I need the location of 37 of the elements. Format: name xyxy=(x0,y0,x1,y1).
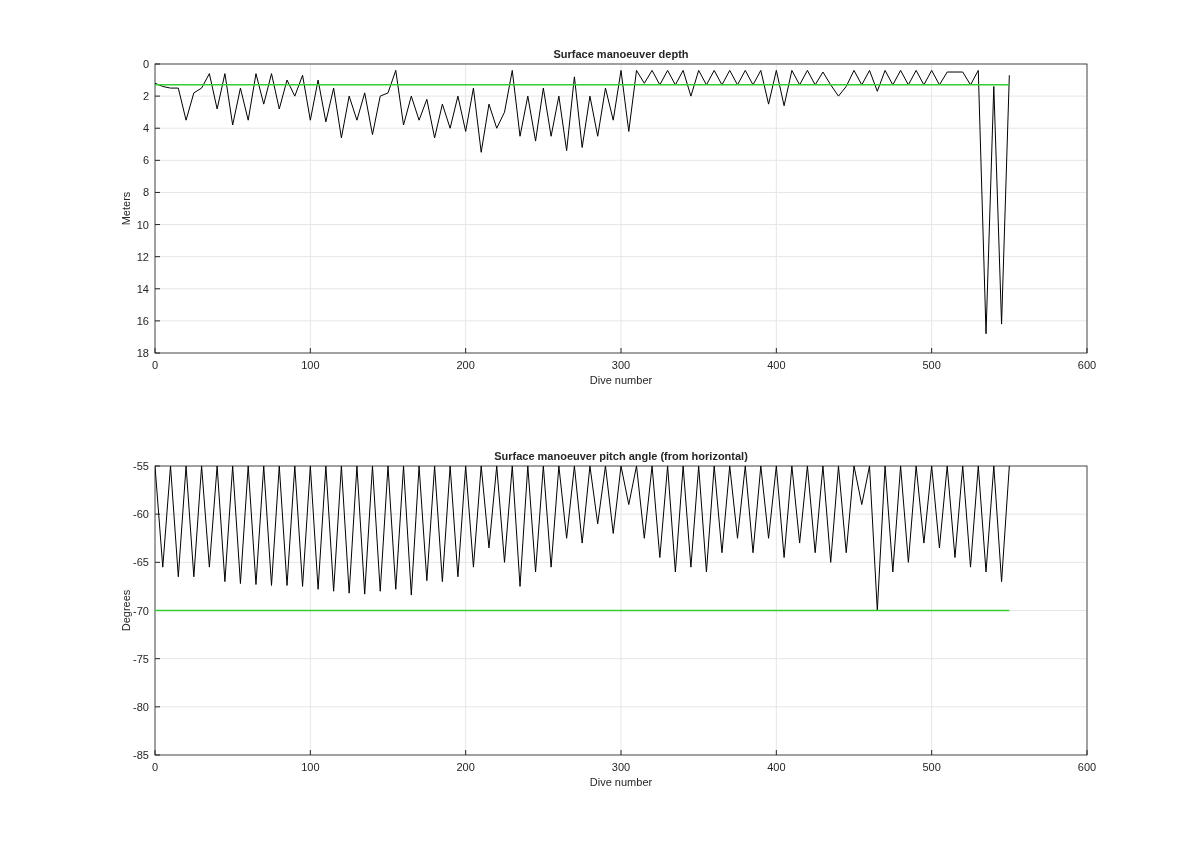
axis-tick-label: 300 xyxy=(611,359,631,371)
axis-tick-label: 0 xyxy=(151,359,159,371)
axis-tick-label: -65 xyxy=(133,556,149,569)
axis-tick-label: 200 xyxy=(456,359,475,371)
axis-tick-label: -85 xyxy=(133,749,149,761)
chart-title: Surface manoeuver pitch angle (from horizontal) xyxy=(494,450,748,462)
axis-tick-label: 200 xyxy=(456,761,475,773)
axis-tick-label: -70 xyxy=(133,604,149,617)
axis-tick-label: 2 xyxy=(142,90,149,103)
axis-tick-label: 8 xyxy=(142,186,149,199)
axis-label: Degrees xyxy=(120,589,132,632)
axis-tick-label: 16 xyxy=(136,314,149,327)
axis-tick-label: 18 xyxy=(136,347,149,359)
axis-tick-label: 12 xyxy=(136,250,149,263)
axis-tick-label: 400 xyxy=(767,761,786,773)
axis-tick-label: 100 xyxy=(301,761,320,773)
axis-tick-label: 400 xyxy=(767,359,786,371)
axis-tick-label: -60 xyxy=(133,508,149,521)
axis-tick-label: -75 xyxy=(133,652,149,665)
axis-tick-label: 10 xyxy=(136,218,149,231)
chart-title: Surface manoeuver depth xyxy=(553,48,689,60)
axis-label: Dive number xyxy=(589,776,653,788)
axis-tick-label: 600 xyxy=(1077,761,1097,773)
axis-tick-label: -80 xyxy=(133,700,149,713)
axis-tick-label: 600 xyxy=(1077,359,1097,371)
axis-tick-label: 6 xyxy=(142,154,149,167)
axis-label: Dive number xyxy=(589,374,653,386)
axis-label: Meters xyxy=(120,191,132,226)
axis-tick-label: 500 xyxy=(922,359,941,371)
axis-tick-label: 100 xyxy=(301,359,320,371)
axis-tick-label: 14 xyxy=(136,282,149,295)
axis-tick-label: 4 xyxy=(142,122,149,135)
axis-tick-label: 300 xyxy=(611,761,631,773)
axis-tick-label: 0 xyxy=(151,761,159,773)
axis-tick-label: 0 xyxy=(142,58,149,70)
axis-tick-label: 500 xyxy=(922,761,941,773)
axis-tick-label: -55 xyxy=(133,460,149,472)
